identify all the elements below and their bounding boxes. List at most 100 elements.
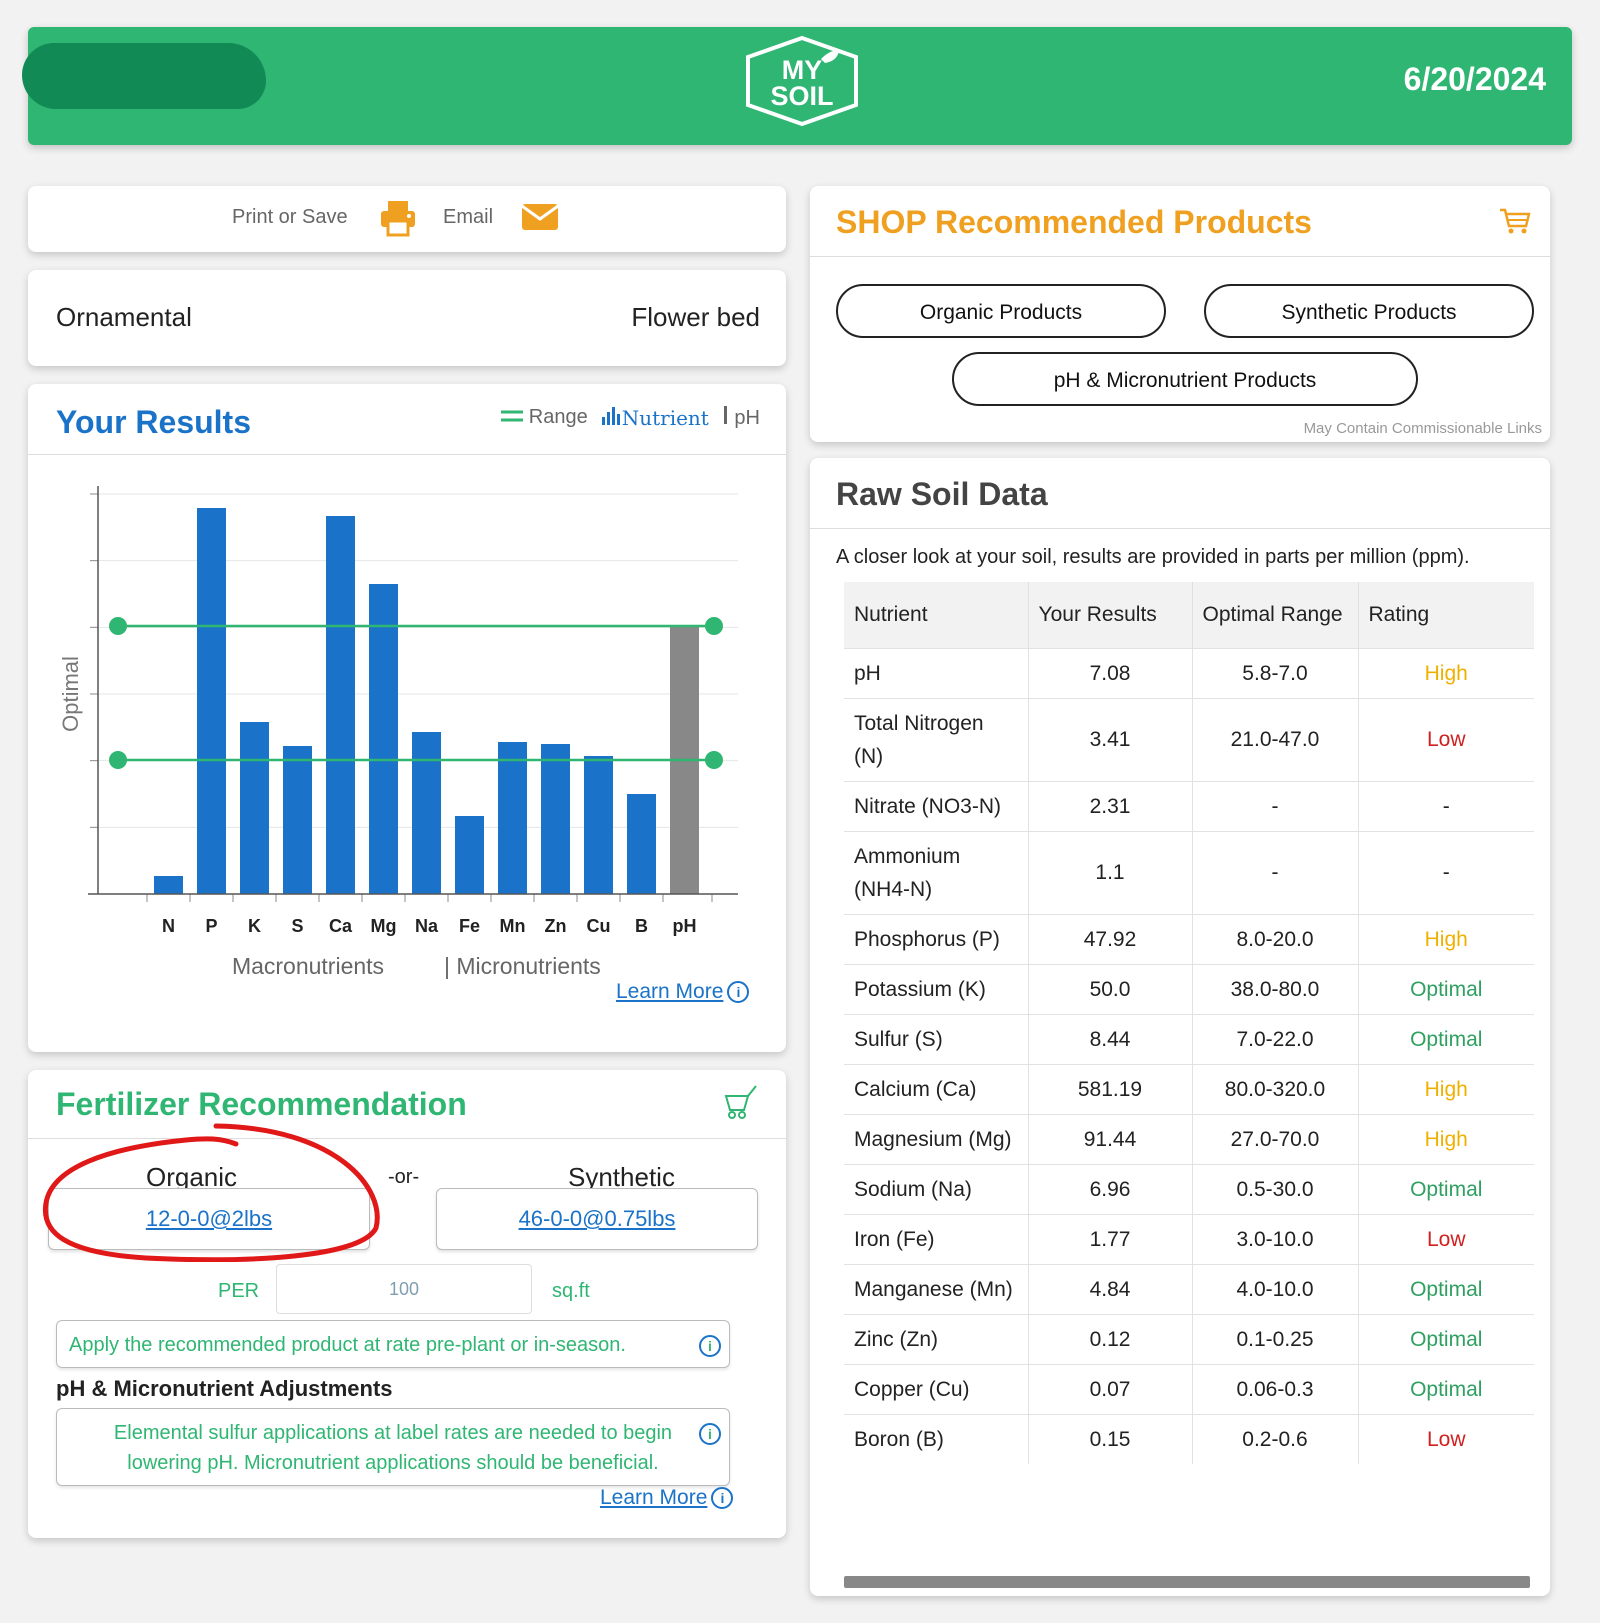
email-link[interactable]: Email xyxy=(443,206,493,229)
result-cell: 1.77 xyxy=(1027,1213,1192,1264)
result-cell: 7.08 xyxy=(1027,647,1192,698)
column-header: Your Results xyxy=(1027,582,1192,648)
micronutrients-label: | Micronutrients xyxy=(444,953,601,979)
unit-label: sq.ft xyxy=(552,1280,590,1302)
legend-range: Range xyxy=(501,406,588,429)
bar-mg[interactable] xyxy=(369,584,398,894)
table-row: Calcium (Ca) 581.19 80.0-320.0 High xyxy=(844,1063,1534,1114)
results-learn-more-link[interactable]: Learn More i xyxy=(616,980,750,1004)
divider xyxy=(810,256,1550,257)
bar-fe[interactable] xyxy=(455,816,484,894)
nutrient-cell: Phosphorus (P) xyxy=(844,913,1028,964)
table-row: Iron (Fe) 1.77 3.0-10.0 Low xyxy=(844,1213,1534,1264)
print-save-link[interactable]: Print or Save xyxy=(232,206,348,229)
nutrient-cell: Sulfur (S) xyxy=(844,1013,1028,1064)
result-cell: 50.0 xyxy=(1027,963,1192,1014)
rating-cell: Low xyxy=(1357,697,1534,781)
horizontal-scrollbar[interactable] xyxy=(844,1576,1530,1588)
range-marker xyxy=(705,617,723,635)
share-toolbar: Print or Save Email xyxy=(28,186,786,252)
fertilizer-learn-more-link[interactable]: Learn More i xyxy=(600,1486,734,1510)
area-input[interactable]: 100 xyxy=(276,1264,532,1314)
result-cell: 581.19 xyxy=(1027,1063,1192,1114)
bar-n[interactable] xyxy=(154,876,183,894)
red-circle-annotation xyxy=(42,1123,380,1262)
nutrient-cell: Ammonium (NH4-N) xyxy=(844,830,1028,914)
bar-chart-icon xyxy=(601,406,620,425)
result-cell: 47.92 xyxy=(1027,913,1192,964)
rating-cell: Low xyxy=(1357,1413,1534,1464)
page: MY SOIL 6/20/2024 Print or Save Email Or… xyxy=(0,0,1600,1623)
tick-label-na: Na xyxy=(415,916,439,936)
rating-cell: Optimal xyxy=(1357,1263,1534,1314)
table-row: Manganese (Mn) 4.84 4.0-10.0 Optimal xyxy=(844,1263,1534,1314)
bar-na[interactable] xyxy=(412,732,441,894)
chart-y-axis-label: Optimal xyxy=(58,656,83,732)
table-row: pH 7.08 5.8-7.0 High xyxy=(844,647,1534,698)
bar-cu[interactable] xyxy=(584,756,613,894)
result-cell: 3.41 xyxy=(1027,697,1192,781)
organic-products-button[interactable]: Organic Products xyxy=(836,284,1166,338)
tick-label-cu: Cu xyxy=(587,916,611,936)
spreader-cart-icon[interactable] xyxy=(720,1082,760,1122)
tick-label-fe: Fe xyxy=(459,916,480,936)
adjustments-title: pH & Micronutrient Adjustments xyxy=(56,1376,393,1401)
info-icon[interactable]: i xyxy=(699,1335,721,1357)
shopping-cart-icon[interactable] xyxy=(1498,206,1532,236)
tick-label-ph: pH xyxy=(673,916,697,936)
raw-data-description: A closer look at your soil, results are … xyxy=(836,546,1470,568)
table-row: Sodium (Na) 6.96 0.5-30.0 Optimal xyxy=(844,1163,1534,1214)
bar-p[interactable] xyxy=(197,508,226,894)
optimal-range-cell: 5.8-7.0 xyxy=(1191,647,1358,698)
rating-cell: High xyxy=(1357,1063,1534,1114)
nutrient-cell: Potassium (K) xyxy=(844,963,1028,1014)
optimal-range-cell: - xyxy=(1191,780,1358,831)
optimal-range-cell: 0.5-30.0 xyxy=(1191,1163,1358,1214)
bar-ca[interactable] xyxy=(326,516,355,894)
nutrient-cell: Sodium (Na) xyxy=(844,1163,1028,1214)
range-marker xyxy=(109,751,127,769)
bar-b[interactable] xyxy=(627,794,656,894)
table-row: Zinc (Zn) 0.12 0.1-0.25 Optimal xyxy=(844,1313,1534,1364)
app-header: MY SOIL 6/20/2024 xyxy=(22,27,1572,145)
results-title: Your Results xyxy=(56,404,251,440)
synthetic-products-button[interactable]: Synthetic Products xyxy=(1204,284,1534,338)
raw-data-title: Raw Soil Data xyxy=(836,476,1048,512)
printer-icon[interactable] xyxy=(378,198,418,238)
tick-label-p: P xyxy=(205,916,217,936)
bar-k[interactable] xyxy=(240,722,269,894)
optimal-range-cell: 3.0-10.0 xyxy=(1191,1213,1358,1264)
optimal-range-cell: 0.1-0.25 xyxy=(1191,1313,1358,1364)
result-cell: 4.84 xyxy=(1027,1263,1192,1314)
table-row: Potassium (K) 50.0 38.0-80.0 Optimal xyxy=(844,963,1534,1014)
per-label: PER xyxy=(218,1280,260,1302)
result-cell: 6.96 xyxy=(1027,1163,1192,1214)
column-header: Rating xyxy=(1357,582,1534,648)
tick-label-k: K xyxy=(248,916,261,936)
nutrient-cell: Calcium (Ca) xyxy=(844,1063,1028,1114)
column-header: Nutrient xyxy=(844,582,1028,648)
mysoil-logo[interactable]: MY SOIL xyxy=(743,35,861,127)
nutrient-cell: Nitrate (NO3-N) xyxy=(844,780,1028,831)
raw-soil-data-card: Raw Soil Data A closer look at your soil… xyxy=(810,458,1550,1596)
raw-data-table: Nutrient Your Results Optimal Range Rati… xyxy=(844,582,1534,1464)
nutrient-cell: Copper (Cu) xyxy=(844,1363,1028,1414)
synthetic-product-link[interactable]: 46-0-0@0.75lbs xyxy=(436,1188,758,1250)
commission-disclaimer: May Contain Commissionable Links xyxy=(1303,420,1542,437)
result-cell: 8.44 xyxy=(1027,1013,1192,1064)
bar-s[interactable] xyxy=(283,746,312,894)
envelope-icon[interactable] xyxy=(520,202,560,232)
optimal-range-cell: 38.0-80.0 xyxy=(1191,963,1358,1014)
ph-micronutrient-products-button[interactable]: pH & Micronutrient Products xyxy=(952,352,1418,406)
info-icon[interactable]: i xyxy=(699,1423,721,1445)
tick-label-s: S xyxy=(291,916,303,936)
macronutrients-label: Macronutrients xyxy=(232,953,384,979)
result-cell: 1.1 xyxy=(1027,830,1192,914)
rating-cell: Optimal xyxy=(1357,1313,1534,1364)
rating-cell: Optimal xyxy=(1357,963,1534,1014)
bar-mn[interactable] xyxy=(498,742,527,894)
logo-line2: SOIL xyxy=(770,81,834,111)
tick-label-ca: Ca xyxy=(329,916,353,936)
nutrient-cell: Manganese (Mn) xyxy=(844,1263,1028,1314)
bar-zn[interactable] xyxy=(541,744,570,894)
